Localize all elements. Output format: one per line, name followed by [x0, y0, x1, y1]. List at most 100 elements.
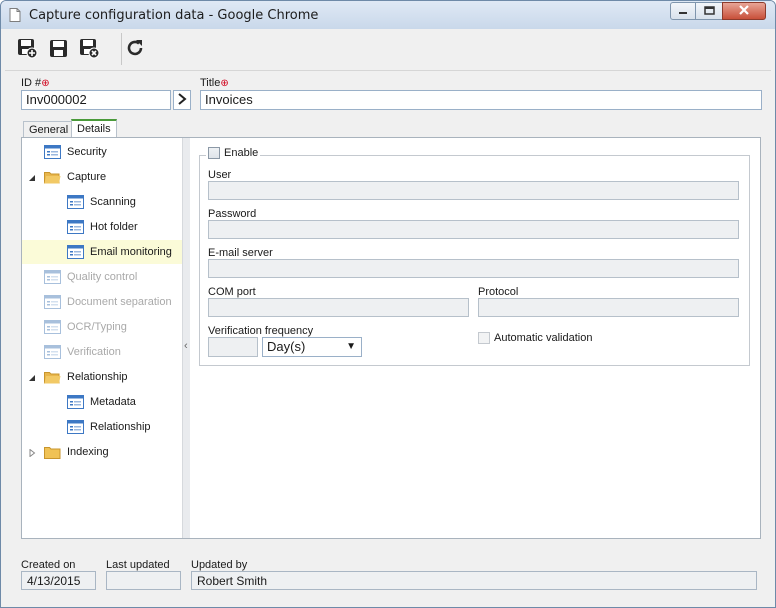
enable-label: Enable [224, 147, 259, 159]
navigation-tree: Security Capture Scanning Hot folder Email m… [22, 138, 182, 538]
expand-arrow-icon[interactable] [28, 448, 36, 458]
tree-item-document-separation: Document separation [22, 290, 182, 314]
required-icon: ⊕ [220, 78, 229, 89]
form-icon [67, 195, 84, 209]
tree-item-indexing[interactable]: Indexing [22, 440, 182, 464]
dropdown-arrow-icon: ▼ [346, 341, 356, 352]
updated-by-field: Robert Smith [191, 571, 757, 590]
tree-item-relationship[interactable]: Relationship [22, 415, 182, 439]
form-icon [67, 420, 84, 434]
com-port-label: COM port [208, 286, 256, 298]
tree-item-label: Verification [67, 346, 121, 358]
maximize-icon [703, 4, 715, 18]
tree-item-scanning[interactable]: Scanning [22, 190, 182, 214]
save-new-icon [16, 37, 38, 62]
user-label: User [208, 169, 232, 181]
tree-item-label: Hot folder [90, 221, 138, 233]
form-icon [44, 345, 61, 359]
password-label: Password [208, 208, 257, 220]
verification-frequency-label: Verification frequency [208, 325, 314, 337]
folder-open-icon [44, 170, 61, 184]
chevron-left-icon: ‹ [184, 340, 188, 352]
tab-general[interactable]: General [23, 121, 75, 138]
document-icon [9, 8, 21, 25]
folder-icon [44, 445, 61, 459]
required-icon: ⊕ [41, 78, 50, 89]
tree-item-email-monitoring[interactable]: Email monitoring [22, 240, 182, 264]
last-updated-field [106, 571, 181, 590]
tree-item-label: OCR/Typing [67, 321, 127, 333]
form-icon [44, 145, 61, 159]
tree-item-label: Document separation [67, 296, 172, 308]
password-field[interactable] [208, 220, 739, 239]
browser-window: Capture configuration data - Google Chro… [0, 0, 776, 608]
tree-item-quality-control: Quality control [22, 265, 182, 289]
title-bar: Capture configuration data - Google Chro… [1, 1, 775, 29]
form-icon [44, 270, 61, 284]
created-on-field: 4/13/2015 [21, 571, 96, 590]
tree-item-label: Security [67, 146, 107, 158]
id-label: ID #⊕ [21, 77, 50, 89]
tree-item-label: Quality control [67, 271, 138, 283]
title-label: Title⊕ [200, 77, 229, 89]
last-updated-label: Last updated [106, 559, 170, 571]
com-port-field[interactable] [208, 298, 469, 317]
automatic-validation-wrapper: Automatic validation [478, 332, 592, 344]
save-icon [47, 37, 69, 62]
save-close-icon [78, 37, 100, 62]
protocol-field[interactable] [478, 298, 739, 317]
minimize-button[interactable] [670, 2, 696, 20]
updated-by-label: Updated by [191, 559, 248, 571]
refresh-button[interactable] [122, 36, 148, 62]
form-icon [67, 220, 84, 234]
enable-checkbox-wrapper: Enable [206, 147, 261, 159]
tree-item-label: Scanning [90, 196, 136, 208]
tree-item-label: Metadata [90, 396, 136, 408]
tree-item-capture[interactable]: Capture [22, 165, 182, 189]
details-panel: Security Capture Scanning Hot folder Email m… [21, 137, 761, 539]
tree-item-label: Relationship [90, 421, 151, 433]
tab-details[interactable]: Details [71, 119, 117, 138]
save-and-new-button[interactable] [14, 36, 40, 62]
email-server-label: E-mail server [208, 247, 273, 259]
toolbar [5, 29, 771, 71]
tree-item-ocr-typing: OCR/Typing [22, 315, 182, 339]
maximize-button[interactable] [696, 2, 722, 20]
id-lookup-button[interactable] [173, 90, 191, 110]
save-and-close-button[interactable] [76, 36, 102, 62]
collapse-arrow-icon[interactable] [28, 373, 36, 381]
created-on-label: Created on [21, 559, 76, 571]
close-icon [738, 4, 750, 18]
tree-item-label: Relationship [67, 371, 128, 383]
tree-item-security[interactable]: Security [22, 140, 182, 164]
chevron-right-icon [177, 92, 187, 108]
protocol-label: Protocol [478, 286, 519, 298]
tree-item-label: Email monitoring [90, 246, 172, 258]
automatic-validation-label: Automatic validation [494, 332, 593, 344]
panel-splitter[interactable]: ‹ [182, 138, 190, 538]
folder-open-icon [44, 370, 61, 384]
collapse-arrow-icon[interactable] [28, 173, 36, 181]
enable-checkbox[interactable] [208, 147, 220, 159]
tree-item-hot-folder[interactable]: Hot folder [22, 215, 182, 239]
user-field[interactable] [208, 181, 739, 200]
form-icon [67, 245, 84, 259]
tree-item-relationship[interactable]: Relationship [22, 365, 182, 389]
close-button[interactable] [722, 2, 766, 20]
id-field[interactable]: Inv000002 [21, 90, 171, 110]
form-icon [67, 395, 84, 409]
form-icon [44, 295, 61, 309]
save-button[interactable] [45, 36, 71, 62]
email-server-field[interactable] [208, 259, 739, 278]
automatic-validation-checkbox[interactable] [478, 332, 490, 344]
tree-item-label: Indexing [67, 446, 109, 458]
refresh-icon [124, 37, 146, 62]
tree-item-label: Capture [67, 171, 107, 183]
minimize-icon [678, 4, 688, 18]
tree-item-metadata[interactable]: Metadata [22, 390, 182, 414]
window-title: Capture configuration data - Google Chro… [29, 8, 319, 23]
title-field[interactable]: Invoices [200, 90, 762, 110]
verification-frequency-field[interactable] [208, 337, 258, 357]
frequency-unit-value: Day(s) [267, 339, 306, 354]
frequency-unit-select[interactable]: Day(s) ▼ [262, 337, 362, 357]
